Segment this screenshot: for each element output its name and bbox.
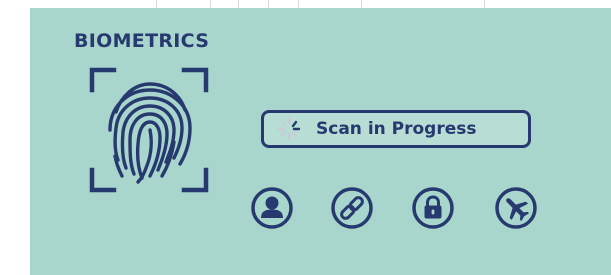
page: BIOMETRICS Scan in Progress xyxy=(0,0,611,275)
scan-frame-corner xyxy=(89,67,117,93)
top-divider xyxy=(268,0,269,8)
scan-frame-corner xyxy=(181,67,209,93)
link-button[interactable] xyxy=(330,186,374,230)
top-divider xyxy=(298,0,299,8)
lock-button[interactable] xyxy=(411,186,455,230)
user-button[interactable] xyxy=(250,186,294,230)
lock-icon xyxy=(412,187,454,229)
top-divider xyxy=(238,0,239,8)
top-divider xyxy=(156,0,157,8)
scan-status-label: Scan in Progress xyxy=(316,119,477,139)
fingerprint-ridges xyxy=(108,82,192,184)
fingerprint-icon xyxy=(89,67,209,193)
scan-frame-corner xyxy=(181,167,209,193)
airplane-button[interactable] xyxy=(494,186,538,230)
top-divider xyxy=(361,0,362,8)
top-divider xyxy=(484,0,485,8)
airplane-icon xyxy=(495,187,537,229)
scan-frame-corner xyxy=(89,167,117,193)
loading-spinner-icon xyxy=(277,117,301,141)
fingerprint-scanner xyxy=(88,66,210,194)
scan-status-badge: Scan in Progress xyxy=(261,110,531,148)
user-icon xyxy=(251,187,293,229)
link-icon xyxy=(331,187,373,229)
top-divider xyxy=(210,0,211,8)
page-title: BIOMETRICS xyxy=(74,30,210,52)
